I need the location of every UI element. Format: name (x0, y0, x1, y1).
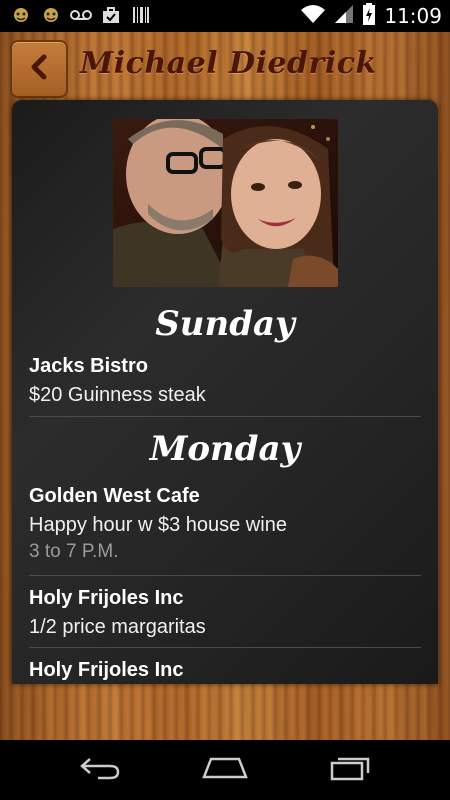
system-status-area: 11:09 (300, 3, 442, 29)
day-heading-sunday: Sunday (155, 304, 295, 344)
nav-back-button[interactable] (70, 752, 130, 788)
special-time: 3 to 7 P.M. (29, 541, 119, 562)
wifi-icon (300, 4, 326, 28)
clock: 11:09 (384, 4, 442, 28)
divider (29, 647, 421, 648)
page-title: Michael Diedrick (80, 46, 377, 81)
list-item[interactable]: Holy Frijoles Inc 1/2 price margaritas (29, 587, 421, 639)
recent-apps-icon (328, 755, 372, 785)
notification-icon (40, 4, 62, 26)
nav-recent-apps-button[interactable] (320, 752, 380, 788)
profile-photo (113, 119, 338, 287)
briefcase-icon (100, 4, 122, 26)
venue-name: Holy Frijoles Inc (29, 659, 184, 681)
divider (29, 575, 421, 576)
specials-card[interactable]: Sunday Jacks Bistro $20 Guinness steak M… (12, 100, 438, 684)
venue-name: Jacks Bistro (29, 355, 148, 377)
chevron-left-icon (28, 54, 50, 84)
special-description: $20 Guinness steak (29, 384, 206, 406)
notification-area (10, 4, 152, 26)
barcode-icon (130, 4, 152, 26)
status-bar: 11:09 (0, 0, 450, 32)
voicemail-icon (70, 4, 92, 26)
notification-icon (10, 4, 32, 26)
day-heading-monday: Monday (149, 429, 301, 469)
home-icon (201, 755, 249, 785)
divider (29, 416, 421, 417)
list-item[interactable]: Jacks Bistro $20 Guinness steak (29, 355, 421, 407)
bottom-wood-bar (0, 684, 450, 740)
venue-name: Golden West Cafe (29, 485, 200, 507)
venue-name: Holy Frijoles Inc (29, 587, 184, 609)
list-item[interactable]: Golden West Cafe Happy hour w $3 house w… (29, 485, 421, 563)
back-button[interactable] (10, 40, 68, 98)
battery-charging-icon (362, 3, 376, 29)
navigation-bar (0, 740, 450, 800)
signal-icon (334, 4, 354, 28)
special-description: Happy hour w $3 house wine (29, 514, 287, 536)
back-icon (78, 755, 122, 785)
special-description: 1/2 price margaritas (29, 616, 206, 638)
header: Michael Diedrick (0, 32, 450, 100)
nav-home-button[interactable] (195, 752, 255, 788)
list-item[interactable]: Holy Frijoles Inc (29, 659, 421, 682)
